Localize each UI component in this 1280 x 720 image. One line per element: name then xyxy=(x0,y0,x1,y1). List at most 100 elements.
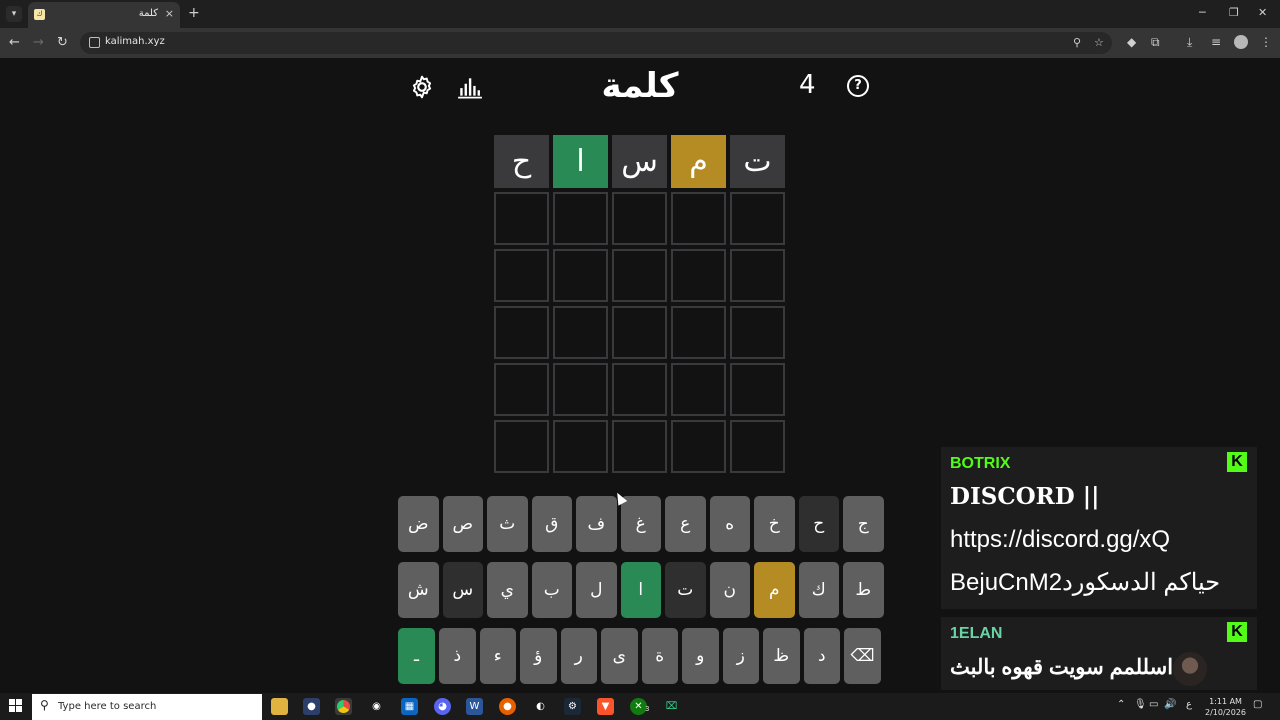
board-tile xyxy=(494,363,549,416)
clock-time: 1:11 AM xyxy=(1209,697,1242,706)
chrome-icon[interactable] xyxy=(335,698,352,715)
chevron-up-icon[interactable]: ⌃ xyxy=(1117,699,1125,710)
board-tile xyxy=(730,306,785,359)
keyboard-key[interactable]: ح xyxy=(798,496,839,552)
keyboard-key[interactable]: ي xyxy=(487,562,528,618)
kick-logo-icon: K xyxy=(1227,622,1247,642)
store-icon[interactable]: ▦ xyxy=(401,698,418,715)
bookmark-star-icon[interactable]: ☆ xyxy=(1094,36,1104,49)
discord-icon[interactable]: ◕ xyxy=(434,698,451,715)
game-board: حاسمت xyxy=(494,135,786,477)
browser-tab[interactable]: ك كلمة × xyxy=(28,2,180,28)
keyboard-key[interactable]: ء xyxy=(479,628,516,684)
keyboard-key[interactable]: ج xyxy=(843,496,884,552)
obs-icon[interactable]: ◉ xyxy=(368,698,385,715)
zoom-icon[interactable]: ⚲ xyxy=(1073,36,1081,49)
keyboard-key[interactable]: ى xyxy=(601,628,638,684)
board-row xyxy=(494,420,786,473)
steam-icon[interactable]: ⚙ xyxy=(564,698,581,715)
keyboard-key[interactable]: ف xyxy=(576,496,617,552)
board-tile: ح xyxy=(494,135,549,188)
reload-icon[interactable]: ↻ xyxy=(57,35,68,50)
board-tile: م xyxy=(671,135,726,188)
board-tile xyxy=(671,249,726,302)
keyboard-key[interactable]: س xyxy=(442,562,483,618)
clock[interactable]: 1:11 AM 2/10/2026 xyxy=(1205,696,1246,718)
back-icon[interactable]: ← xyxy=(9,35,20,50)
help-icon[interactable]: ? xyxy=(847,75,869,97)
backspace-icon[interactable]: ⌫ xyxy=(844,628,881,684)
keyboard-key[interactable]: ش xyxy=(398,562,439,618)
media-control-icon[interactable]: ≡ xyxy=(1211,35,1221,49)
board-tile xyxy=(730,420,785,473)
keyboard-key[interactable]: ق xyxy=(531,496,572,552)
keyboard-key[interactable]: غ xyxy=(620,496,661,552)
app-icon[interactable]: ⌧ xyxy=(663,698,680,715)
keyboard-key[interactable]: ة xyxy=(641,628,678,684)
forward-icon[interactable]: → xyxy=(33,35,44,50)
url-text: kalimah.xyz xyxy=(105,36,165,47)
keyboard-key[interactable]: ز xyxy=(722,628,759,684)
notification-badge: 3 xyxy=(645,705,650,713)
keyboard-key[interactable]: ض xyxy=(398,496,439,552)
chat-message: BOTRIX K DISCORD || https://discord.gg/x… xyxy=(941,447,1257,609)
new-tab-button[interactable]: + xyxy=(188,5,200,21)
language-indicator[interactable]: ع xyxy=(1186,699,1192,710)
keyboard-key[interactable]: ب xyxy=(531,562,572,618)
keyboard-key[interactable]: ت xyxy=(665,562,706,618)
keyboard-key[interactable]: ط xyxy=(843,562,884,618)
extension-diamond-icon[interactable]: ◆ xyxy=(1127,35,1136,49)
windows-start-icon[interactable] xyxy=(9,699,23,713)
keyboard-key[interactable]: ه xyxy=(709,496,750,552)
volume-icon[interactable]: 🔊 xyxy=(1164,699,1176,710)
keyboard-key[interactable]: ع xyxy=(665,496,706,552)
extensions-puzzle-icon[interactable]: ⧉ xyxy=(1151,35,1160,50)
enter-key[interactable]: ـ xyxy=(398,628,435,684)
board-tile xyxy=(494,192,549,245)
minimize-icon[interactable]: ─ xyxy=(1199,6,1206,19)
board-tile xyxy=(553,363,608,416)
close-window-icon[interactable]: ✕ xyxy=(1258,6,1267,19)
keyboard-key[interactable]: و xyxy=(682,628,719,684)
board-tile xyxy=(494,420,549,473)
restore-icon[interactable]: ❐ xyxy=(1229,6,1239,19)
keyboard-key[interactable]: ا xyxy=(620,562,661,618)
game-header: كلمة 4 ? xyxy=(395,62,885,112)
firefox-icon[interactable]: ● xyxy=(499,698,516,715)
board-tile xyxy=(612,192,667,245)
menu-icon[interactable]: ⋮ xyxy=(1260,35,1272,49)
app-icon[interactable]: ● xyxy=(303,698,320,715)
keyboard-key[interactable]: ر xyxy=(560,628,597,684)
file-explorer-icon[interactable] xyxy=(271,698,288,715)
keyboard-key[interactable]: ص xyxy=(442,496,483,552)
download-icon[interactable]: ⤓ xyxy=(1187,35,1192,50)
board-tile xyxy=(671,192,726,245)
address-bar[interactable]: kalimah.xyz ⚲ ☆ xyxy=(80,32,1112,54)
tab-close-button[interactable]: × xyxy=(165,7,174,20)
word-icon[interactable]: W xyxy=(466,698,483,715)
keyboard-key[interactable]: م xyxy=(754,562,795,618)
profile-avatar[interactable] xyxy=(1234,35,1248,49)
keyboard-key[interactable]: ذ xyxy=(439,628,476,684)
keyboard-key[interactable]: خ xyxy=(754,496,795,552)
brave-icon[interactable]: ▼ xyxy=(597,698,614,715)
keyboard-key[interactable]: ؤ xyxy=(520,628,557,684)
network-icon[interactable]: ▭ xyxy=(1149,699,1158,710)
microphone-icon[interactable]: 🎙 xyxy=(1134,699,1147,710)
keyboard-key[interactable]: ث xyxy=(487,496,528,552)
keyboard-key[interactable]: ن xyxy=(709,562,750,618)
board-tile xyxy=(671,306,726,359)
keyboard-key[interactable]: د xyxy=(803,628,840,684)
board-tile: ا xyxy=(553,135,608,188)
chat-text: DISCORD || xyxy=(950,483,1100,510)
app-icon[interactable]: ◐ xyxy=(532,698,549,715)
chat-text: اسللمم سويت قهوه بالبث xyxy=(950,656,1174,679)
tab-search-button[interactable]: ▾ xyxy=(6,6,22,22)
keyboard-key[interactable]: ك xyxy=(798,562,839,618)
keyboard-key[interactable]: ل xyxy=(576,562,617,618)
kick-logo-icon: K xyxy=(1227,452,1247,472)
notifications-icon[interactable]: ▢ xyxy=(1253,699,1262,710)
site-info-icon[interactable] xyxy=(89,37,100,48)
taskbar-search-box[interactable]: ⚲ Type here to search xyxy=(32,694,262,720)
keyboard-key[interactable]: ظ xyxy=(763,628,800,684)
